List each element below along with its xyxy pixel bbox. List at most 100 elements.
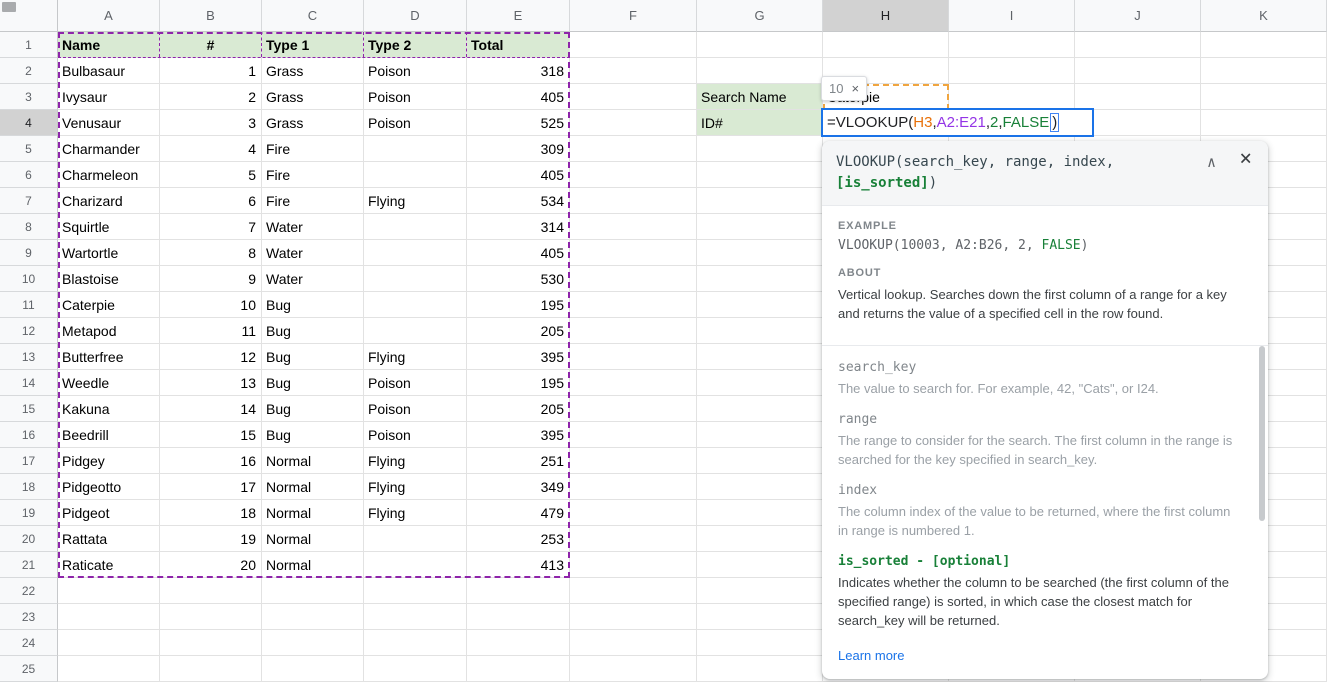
cell-J3[interactable] bbox=[1075, 84, 1201, 110]
cell-C3[interactable]: Grass bbox=[262, 84, 364, 110]
cell-F2[interactable] bbox=[570, 58, 697, 84]
cell-D2[interactable]: Poison bbox=[364, 58, 467, 84]
row-header-1[interactable]: 1 bbox=[0, 32, 58, 58]
cell-D17[interactable]: Flying bbox=[364, 448, 467, 474]
cell-C12[interactable]: Bug bbox=[262, 318, 364, 344]
cell-F25[interactable] bbox=[570, 656, 697, 682]
cell-C20[interactable]: Normal bbox=[262, 526, 364, 552]
cell-F8[interactable] bbox=[570, 214, 697, 240]
column-header-A[interactable]: A bbox=[58, 0, 160, 32]
column-header-J[interactable]: J bbox=[1075, 0, 1201, 32]
cell-B3[interactable]: 2 bbox=[160, 84, 262, 110]
column-header-E[interactable]: E bbox=[467, 0, 570, 32]
cell-E10[interactable]: 530 bbox=[467, 266, 570, 292]
cell-C10[interactable]: Water bbox=[262, 266, 364, 292]
cell-D15[interactable]: Poison bbox=[364, 396, 467, 422]
cell-C7[interactable]: Fire bbox=[262, 188, 364, 214]
cell-C15[interactable]: Bug bbox=[262, 396, 364, 422]
cell-F22[interactable] bbox=[570, 578, 697, 604]
cell-A22[interactable] bbox=[58, 578, 160, 604]
cell-C23[interactable] bbox=[262, 604, 364, 630]
cell-F5[interactable] bbox=[570, 136, 697, 162]
cell-G24[interactable] bbox=[697, 630, 823, 656]
cell-C8[interactable]: Water bbox=[262, 214, 364, 240]
cell-D6[interactable] bbox=[364, 162, 467, 188]
cell-I2[interactable] bbox=[949, 58, 1075, 84]
cell-E13[interactable]: 395 bbox=[467, 344, 570, 370]
cell-G11[interactable] bbox=[697, 292, 823, 318]
cell-C2[interactable]: Grass bbox=[262, 58, 364, 84]
cell-F12[interactable] bbox=[570, 318, 697, 344]
cell-B25[interactable] bbox=[160, 656, 262, 682]
cell-G9[interactable] bbox=[697, 240, 823, 266]
row-header-9[interactable]: 9 bbox=[0, 240, 58, 266]
cell-B22[interactable] bbox=[160, 578, 262, 604]
row-header-23[interactable]: 23 bbox=[0, 604, 58, 630]
cell-G23[interactable] bbox=[697, 604, 823, 630]
cell-E24[interactable] bbox=[467, 630, 570, 656]
cell-G12[interactable] bbox=[697, 318, 823, 344]
cell-D22[interactable] bbox=[364, 578, 467, 604]
row-header-25[interactable]: 25 bbox=[0, 656, 58, 682]
row-header-4[interactable]: 4 bbox=[0, 110, 58, 136]
cell-H1[interactable] bbox=[823, 32, 949, 58]
cell-B13[interactable]: 12 bbox=[160, 344, 262, 370]
cell-A4[interactable]: Venusaur bbox=[58, 110, 160, 136]
cell-D4[interactable]: Poison bbox=[364, 110, 467, 136]
cell-C14[interactable]: Bug bbox=[262, 370, 364, 396]
cell-G13[interactable] bbox=[697, 344, 823, 370]
cell-A14[interactable]: Weedle bbox=[58, 370, 160, 396]
row-header-21[interactable]: 21 bbox=[0, 552, 58, 578]
cell-D11[interactable] bbox=[364, 292, 467, 318]
cell-D19[interactable]: Flying bbox=[364, 500, 467, 526]
row-header-14[interactable]: 14 bbox=[0, 370, 58, 396]
cell-G10[interactable] bbox=[697, 266, 823, 292]
cell-C21[interactable]: Normal bbox=[262, 552, 364, 578]
cell-A24[interactable] bbox=[58, 630, 160, 656]
cell-A12[interactable]: Metapod bbox=[58, 318, 160, 344]
column-header-G[interactable]: G bbox=[697, 0, 823, 32]
cell-B11[interactable]: 10 bbox=[160, 292, 262, 318]
cell-I1[interactable] bbox=[949, 32, 1075, 58]
cell-A3[interactable]: Ivysaur bbox=[58, 84, 160, 110]
cell-F14[interactable] bbox=[570, 370, 697, 396]
collapse-chevron-icon[interactable]: ∧ bbox=[1207, 153, 1216, 171]
cell-C13[interactable]: Bug bbox=[262, 344, 364, 370]
cell-E14[interactable]: 195 bbox=[467, 370, 570, 396]
cell-A6[interactable]: Charmeleon bbox=[58, 162, 160, 188]
cell-F3[interactable] bbox=[570, 84, 697, 110]
cell-E22[interactable] bbox=[467, 578, 570, 604]
cell-B16[interactable]: 15 bbox=[160, 422, 262, 448]
cell-E1[interactable]: Total bbox=[467, 32, 570, 58]
cell-E23[interactable] bbox=[467, 604, 570, 630]
cell-B1[interactable]: # bbox=[160, 32, 262, 58]
cell-B8[interactable]: 7 bbox=[160, 214, 262, 240]
cell-F4[interactable] bbox=[570, 110, 697, 136]
row-header-12[interactable]: 12 bbox=[0, 318, 58, 344]
cell-G6[interactable] bbox=[697, 162, 823, 188]
cell-G4[interactable]: ID# bbox=[697, 110, 823, 136]
cell-D10[interactable] bbox=[364, 266, 467, 292]
cell-G1[interactable] bbox=[697, 32, 823, 58]
cell-K3[interactable] bbox=[1201, 84, 1327, 110]
cell-K1[interactable] bbox=[1201, 32, 1327, 58]
cell-E20[interactable]: 253 bbox=[467, 526, 570, 552]
cell-D3[interactable]: Poison bbox=[364, 84, 467, 110]
cell-A17[interactable]: Pidgey bbox=[58, 448, 160, 474]
cell-E11[interactable]: 195 bbox=[467, 292, 570, 318]
column-header-B[interactable]: B bbox=[160, 0, 262, 32]
row-header-11[interactable]: 11 bbox=[0, 292, 58, 318]
column-header-I[interactable]: I bbox=[949, 0, 1075, 32]
cell-F6[interactable] bbox=[570, 162, 697, 188]
cell-E25[interactable] bbox=[467, 656, 570, 682]
row-header-10[interactable]: 10 bbox=[0, 266, 58, 292]
cell-E16[interactable]: 395 bbox=[467, 422, 570, 448]
cell-D14[interactable]: Poison bbox=[364, 370, 467, 396]
cell-A5[interactable]: Charmander bbox=[58, 136, 160, 162]
cell-F13[interactable] bbox=[570, 344, 697, 370]
cell-C6[interactable]: Fire bbox=[262, 162, 364, 188]
cell-B10[interactable]: 9 bbox=[160, 266, 262, 292]
cell-G7[interactable] bbox=[697, 188, 823, 214]
cell-E17[interactable]: 251 bbox=[467, 448, 570, 474]
cell-F9[interactable] bbox=[570, 240, 697, 266]
